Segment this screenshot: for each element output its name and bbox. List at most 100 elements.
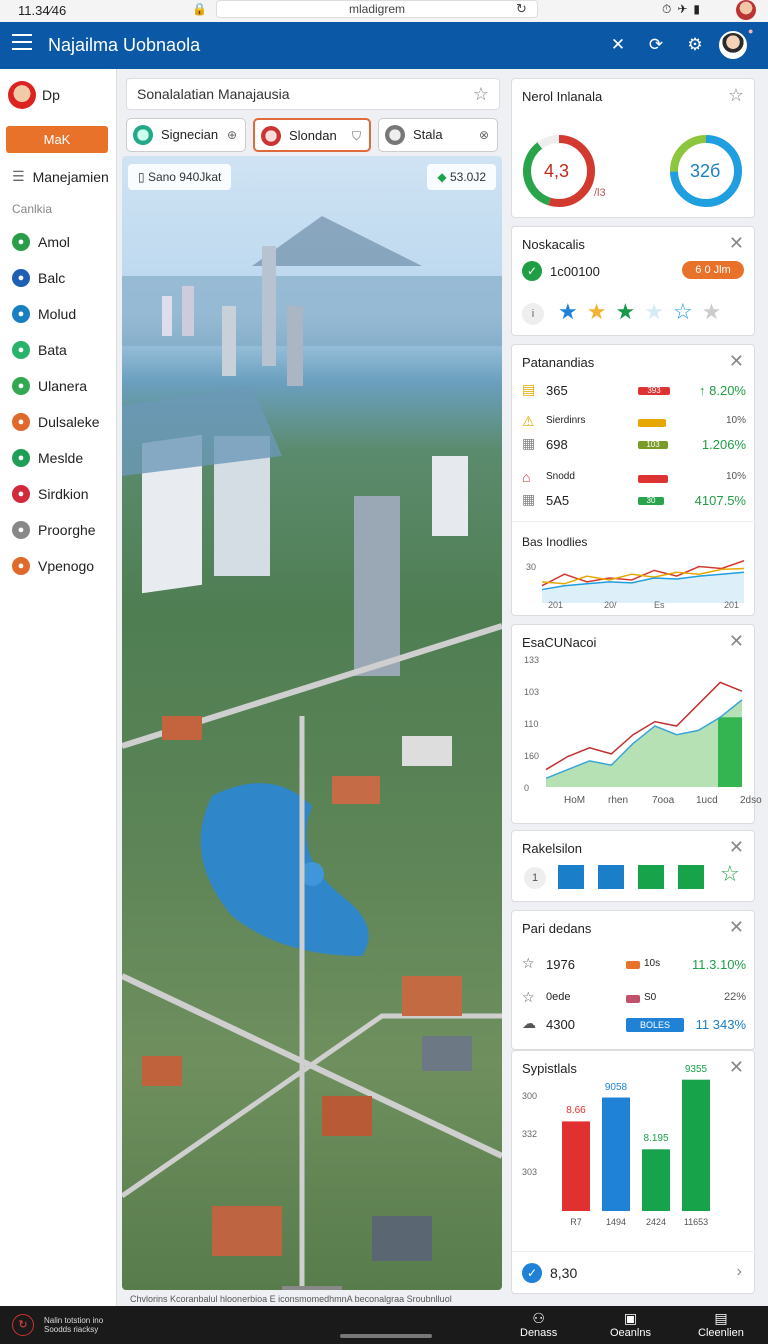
stat-row[interactable]: ▤ 365 393 ↑ 8.20% (522, 381, 746, 401)
star-icon[interactable]: ★ (558, 299, 587, 324)
chip-slondan[interactable]: Slondan ⛉ (253, 118, 371, 152)
sidebar-item-label: Amol (38, 234, 70, 250)
warning-icon: ⚠ (522, 413, 535, 429)
reload-icon[interactable]: ↻ (516, 1, 527, 17)
area-y-tick: 0 (524, 783, 530, 793)
sidebar-user[interactable]: Dp (8, 81, 60, 109)
star-outline-icon[interactable]: ☆ (673, 299, 702, 324)
stat-value: 698 (546, 437, 568, 452)
sidebar-item-proorghe[interactable]: ● Proorghe (12, 521, 96, 539)
ring-icon: ● (12, 485, 30, 503)
sidebar-item-ulanera[interactable]: ● Ulanera (12, 377, 87, 395)
table-bar-label: 10s (644, 958, 661, 969)
star-icon: ● (12, 521, 30, 539)
map-illustration (122, 216, 502, 1290)
sidebar-primary-button[interactable]: MaK (6, 126, 108, 153)
swatch-blue[interactable] (598, 865, 624, 889)
bar-value-label: 9058 (604, 1081, 628, 1093)
nav-item-oeanlns[interactable]: ▣ Oeanlns (610, 1310, 651, 1339)
swatch-green[interactable] (678, 865, 704, 889)
bar-footer-value: 8,30 (550, 1265, 578, 1281)
home-indicator[interactable] (340, 1334, 432, 1338)
sidebar-item-balc[interactable]: ● Balc (12, 269, 65, 287)
sidebar-item-bata[interactable]: ● Bata (12, 341, 67, 359)
swatch-blue[interactable] (558, 865, 584, 889)
bell-icon: ⌂ (522, 469, 531, 485)
star-icon[interactable]: ☆ (728, 85, 744, 106)
sidebar-item-label: Meslde (38, 450, 84, 466)
close-icon[interactable]: ✕ (729, 351, 744, 372)
info-icon[interactable]: i (522, 303, 544, 325)
star-icon[interactable]: ★ (615, 299, 644, 324)
table-bar: BOLES (626, 1018, 684, 1032)
bar-category-label: 11653 (683, 1217, 709, 1227)
sidebar-item-label: Vpenogo (38, 558, 95, 574)
user-avatar[interactable] (719, 31, 747, 59)
nav-item-cleenlien[interactable]: ▤ Cleenlien (698, 1310, 744, 1339)
map-value-pill[interactable]: ◆ 53.0J2 (427, 164, 496, 190)
stat-row[interactable]: ⌂ Snodd 330 10% (522, 469, 746, 489)
sidebar-item-molud[interactable]: ● Molud (12, 305, 76, 323)
panel-title: Noskacalis (522, 237, 585, 252)
close-icon[interactable]: ✕ (729, 233, 744, 254)
chip-signecian[interactable]: Signecian ⊕ (126, 118, 246, 152)
stat-value: Sierdinrs (546, 415, 586, 426)
stat-pct: 10% (725, 471, 746, 482)
menu-icon[interactable] (12, 34, 32, 50)
table-row[interactable]: ☆ 0ede S0 22% (522, 989, 746, 1009)
star-icon[interactable]: ☆ (473, 79, 489, 109)
sidebar-item-sirdkion[interactable]: ● Sirdkion (12, 485, 89, 503)
chart-x-tick: Es (654, 600, 665, 610)
star-icon[interactable]: ★ (644, 299, 673, 324)
stat-row[interactable]: ▦ 5A5 30 4107.5% (522, 491, 746, 511)
close-icon[interactable]: ✕ (729, 837, 744, 858)
panel-title: Nerol Inlanala (522, 89, 603, 104)
sidebar-item-manejamien[interactable]: ☰ Manejamien (12, 168, 109, 185)
browser-avatar[interactable] (736, 0, 756, 20)
panel-title: Pari dedans (522, 921, 592, 936)
star-rating[interactable]: ★★★★☆★ (558, 299, 730, 325)
bar-category-label: 2424 (645, 1217, 667, 1227)
chip-stala[interactable]: Stala ⊗ (378, 118, 498, 152)
stat-row[interactable]: ⚠ Sierdinrs 500 10% (522, 413, 746, 433)
swatch-green[interactable] (638, 865, 664, 889)
table-row[interactable]: ☁ 4300 BOLES 11 343% (522, 1015, 746, 1035)
stat-row[interactable]: ▦ 698 103 1.206% (522, 435, 746, 455)
map-location-pill[interactable]: ▯ Sano 940Jkat (128, 164, 232, 190)
sidebar-item-dulsaleke[interactable]: ● Dulsaleke (12, 413, 99, 431)
search-input[interactable]: Sonalalatian Manajausia ☆ (126, 78, 500, 110)
pin-icon: ● (12, 233, 30, 251)
status-time: 11.34⁄46 (18, 3, 67, 18)
area-x-tick: 2dso (740, 795, 762, 806)
search-text: Sonalalatian Manajausia (137, 86, 290, 102)
url-field[interactable]: mladigrem (216, 0, 538, 18)
sidebar-user-name: Dp (42, 87, 60, 103)
sidebar-item-amol[interactable]: ● Amol (12, 233, 70, 251)
gauge-left-value: 4,3 (544, 161, 570, 181)
grid-icon: ▦ (522, 491, 536, 507)
sidebar-item-vpenogo[interactable]: ● Vpenogo (12, 557, 94, 575)
table-pct: 11 343% (695, 1017, 746, 1032)
panel-table: Pari dedans ✕ ☆ 1976 10s 11.3.10% ☆ 0ede… (511, 910, 755, 1050)
gear-icon[interactable]: ⚙ (684, 34, 706, 56)
table-value: 4300 (546, 1017, 575, 1032)
chevron-right-icon[interactable]: › (737, 1263, 742, 1281)
nav-item-denass[interactable]: ⚇ Denass (520, 1310, 557, 1339)
nav-label: Oeanlns (610, 1327, 651, 1339)
refresh-icon[interactable]: ⟳ (645, 34, 667, 56)
sidebar-item-meslde[interactable]: ● Meslde (12, 449, 83, 467)
map-square-icon: ▯ (138, 170, 148, 184)
star-outline-icon[interactable]: ☆ (720, 861, 740, 887)
table-row[interactable]: ☆ 1976 10s 11.3.10% (522, 955, 746, 975)
star-icon[interactable]: ★ (702, 299, 731, 324)
app-bar: Najailma Uobnaola ✕ ⟳ ⚙ ● (0, 22, 768, 69)
city-map-view[interactable]: ▯ Sano 940Jkat ◆ 53.0J2 (122, 156, 502, 1290)
leaf-icon: ◆ (437, 170, 450, 184)
share-icon[interactable]: ✕ (607, 34, 629, 56)
sidebar-item-label: Balc (38, 270, 66, 286)
chip-label: Slondan (289, 128, 337, 143)
star-icon[interactable]: ★ (587, 299, 616, 324)
bar-chart (562, 1079, 710, 1211)
sidebar-item-label: Manejamien (32, 168, 109, 185)
close-icon[interactable]: ✕ (729, 917, 744, 938)
